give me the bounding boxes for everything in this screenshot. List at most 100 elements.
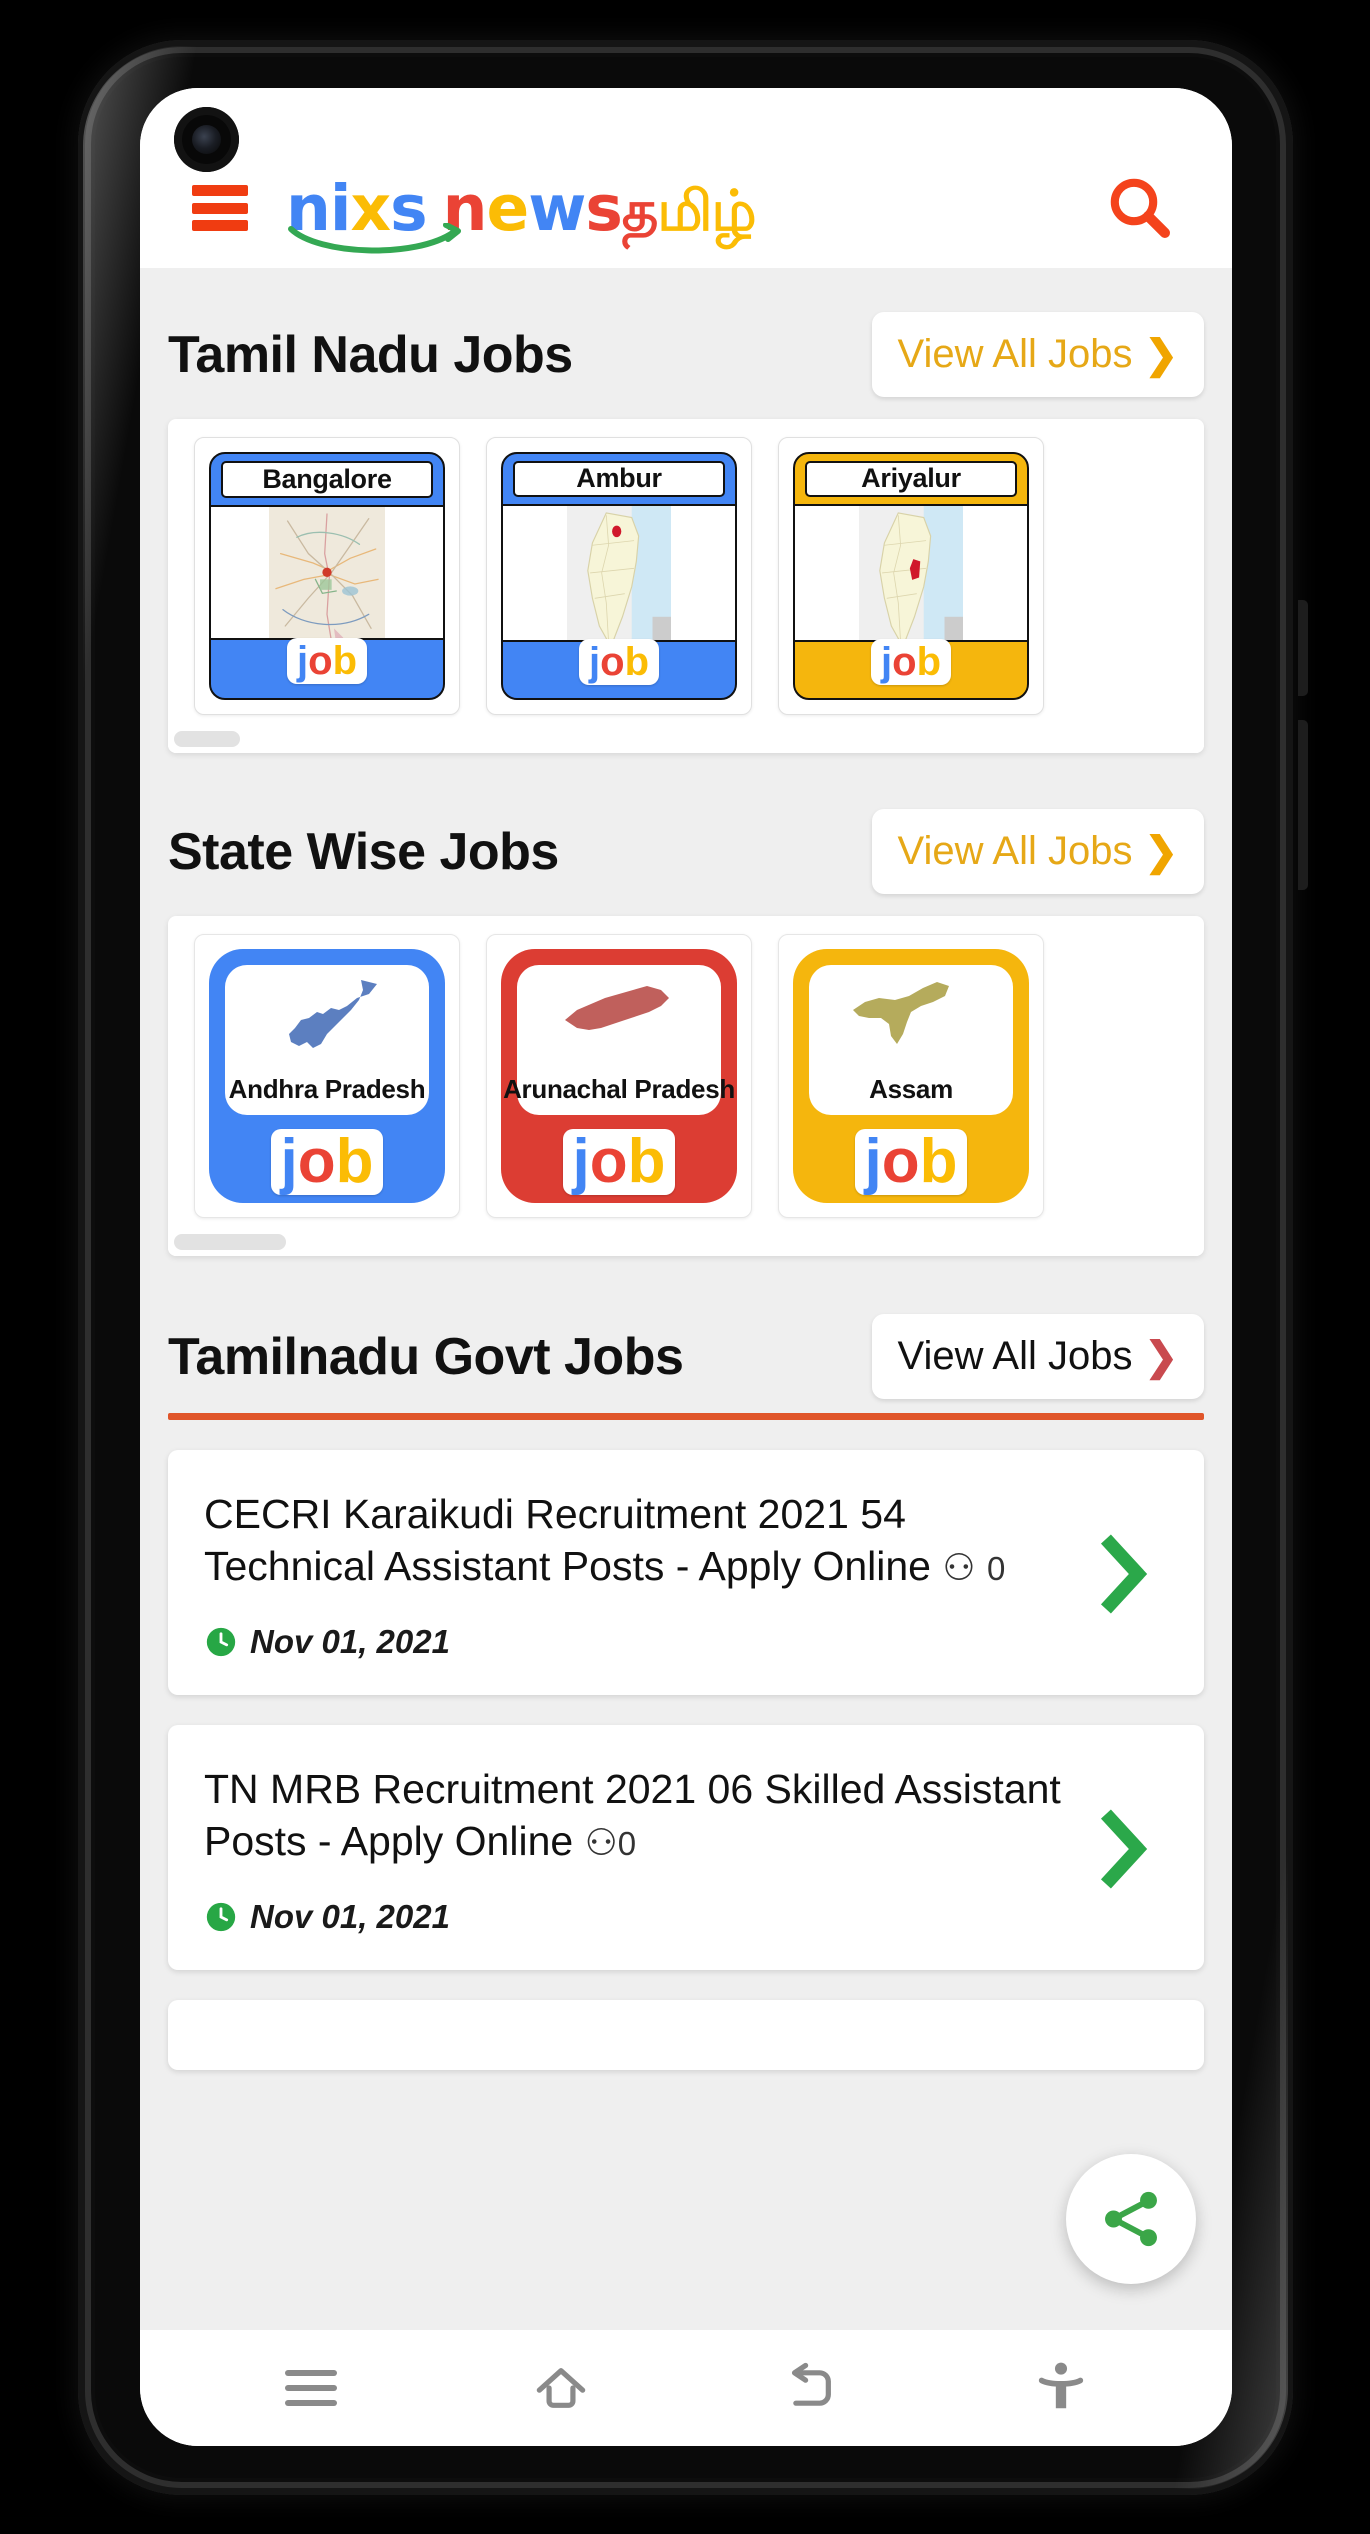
chevron-right-icon[interactable] (1078, 1809, 1168, 1889)
page-title: Tamilnadu Govt Jobs (168, 1327, 684, 1386)
front-camera (174, 107, 239, 172)
job-logo-b: b (627, 1127, 666, 1196)
state-wise-jobs-carousel[interactable]: Andhra Pradesh job Arunachal Pradesh j o… (168, 916, 1204, 1256)
tamil-nadu-jobs-carousel[interactable]: Bangalore j o b Ambur j o b Ariyalur j o… (168, 419, 1204, 753)
list-item[interactable]: TN MRB Recruitment 2021 06 Skilled Assis… (168, 1724, 1204, 1970)
andhra-pradesh-state-map (225, 973, 429, 1059)
comment-count: 0 (617, 1825, 637, 1863)
scrollbar-thumb[interactable] (174, 1234, 286, 1250)
chevron-right-icon: ❯ (1144, 1334, 1178, 1379)
assam-state-map (809, 973, 1013, 1059)
chevron-right-icon[interactable] (1078, 1534, 1168, 1615)
city-card-bangalore[interactable]: Bangalore j o b (194, 437, 460, 715)
job-logo-b: b (624, 640, 649, 685)
share-button[interactable] (1066, 2154, 1196, 2284)
state-card-label: Arunachal Pradesh (503, 1074, 735, 1104)
state-card-label: Assam (869, 1074, 953, 1104)
job-logo-j: j (881, 640, 893, 685)
scroll-content[interactable]: Tamil Nadu Jobs View All Jobs ❯ Bangalor… (140, 268, 1232, 2330)
recents-button[interactable] (266, 2343, 356, 2433)
job-logo-o: o (589, 1127, 628, 1196)
view-all-label: View All Jobs (897, 1334, 1133, 1378)
clock-icon (206, 1627, 236, 1657)
comment-bubble-icon: ⚇ (584, 1822, 618, 1864)
comment-count: 0 (986, 1550, 1006, 1588)
job-logo: job (871, 639, 951, 686)
accessibility-button[interactable] (1016, 2343, 1106, 2433)
list-item[interactable]: CECRI Karaikudi Recruitment 2021 54 Tech… (168, 1450, 1204, 1695)
page-title: Tamil Nadu Jobs (168, 325, 573, 384)
state-card-arunachal-pradesh[interactable]: Arunachal Pradesh job (486, 934, 752, 1218)
news-meta: Nov 01, 2021 (204, 1898, 1068, 1936)
arunachal-pradesh-state-map (517, 973, 721, 1059)
clock-icon (206, 1902, 236, 1932)
state-card-assam[interactable]: Assam job (778, 934, 1044, 1218)
logo-news: news (442, 171, 623, 245)
hamburger-menu-icon[interactable] (192, 185, 248, 231)
search-icon[interactable] (1100, 168, 1180, 248)
carousel-track[interactable]: Andhra Pradesh job Arunachal Pradesh j o… (168, 934, 1204, 1234)
list-item[interactable] (168, 1999, 1204, 2070)
view-all-jobs-button-govt[interactable]: View All Jobs ❯ (871, 1314, 1204, 1399)
view-all-label: View All Jobs (897, 332, 1133, 376)
job-logo-j: j (864, 1127, 882, 1196)
menu-icon (285, 2370, 337, 2406)
news-date: Nov 01, 2021 (250, 1622, 450, 1660)
job-logo-b: b (916, 640, 941, 685)
city-card-label: Ariyalur (861, 463, 961, 494)
carousel-scrollbar[interactable] (168, 731, 1204, 753)
job-logo-b: b (335, 1127, 374, 1196)
share-icon (1105, 2191, 1157, 2247)
volume-button[interactable] (1298, 600, 1308, 696)
tamil-nadu-district-map (503, 503, 735, 643)
city-card-ambur[interactable]: Ambur j o b (486, 437, 752, 715)
carousel-track[interactable]: Bangalore j o b Ambur j o b Ariyalur j o… (168, 437, 1204, 731)
city-card-label: Bangalore (262, 464, 392, 495)
city-card-ariyalur[interactable]: Ariyalur j o b (778, 437, 1044, 715)
android-navigation-bar (140, 2330, 1232, 2446)
tamil-nadu-district-map (795, 503, 1027, 643)
job-logo: job (287, 638, 367, 685)
phone-screen: nixs news தமிழ் Tamil Nadu Jobs View All… (140, 88, 1232, 2446)
city-card-label: Ambur (576, 463, 662, 494)
comment-bubble-icon: ⚇ (942, 1547, 976, 1589)
scrollbar-thumb[interactable] (174, 731, 240, 747)
smile-swoosh-icon (288, 222, 461, 253)
job-logo: job (562, 1127, 676, 1196)
view-all-jobs-button-state-wise[interactable]: View All Jobs ❯ (871, 809, 1204, 894)
carousel-scrollbar[interactable] (168, 1234, 1204, 1256)
back-arrow-icon (791, 2362, 831, 2406)
app-logo[interactable]: nixs news தமிழ் (286, 171, 1100, 253)
job-logo-o: o (308, 639, 333, 684)
app-header: nixs news தமிழ் (140, 88, 1232, 268)
view-all-label: View All Jobs (897, 829, 1133, 873)
job-logo: job (579, 639, 659, 686)
job-logo-b: b (919, 1127, 958, 1196)
job-logo: job (270, 1127, 384, 1196)
page-title: State Wise Jobs (168, 822, 559, 881)
chevron-right-icon: ❯ (1144, 829, 1178, 874)
section-header-tamilnadu-govt-jobs: Tamilnadu Govt Jobs View All Jobs ❯ (140, 1256, 1232, 1405)
news-date: Nov 01, 2021 (250, 1897, 450, 1935)
news-title: TN MRB Recruitment 2021 06 Skilled Assis… (204, 1765, 1061, 1865)
state-card-label: Andhra Pradesh (228, 1074, 426, 1104)
job-logo-j: j (572, 1127, 590, 1196)
logo-tamil: தமிழ் (621, 178, 757, 244)
job-logo: job (854, 1127, 968, 1196)
job-logo-o: o (881, 1127, 920, 1196)
news-title: CECRI Karaikudi Recruitment 2021 54 Tech… (204, 1491, 1006, 1590)
job-logo-j: j (280, 1127, 298, 1196)
state-card-andhra-pradesh[interactable]: Andhra Pradesh job (194, 934, 460, 1218)
view-all-jobs-button-tamil-nadu[interactable]: View All Jobs ❯ (871, 312, 1204, 397)
power-button[interactable] (1298, 720, 1308, 890)
bangalore-city-map (211, 505, 443, 641)
job-logo-o: o (297, 1127, 336, 1196)
home-button[interactable] (516, 2343, 606, 2433)
accessibility-icon (1038, 2362, 1084, 2409)
section-divider (168, 1413, 1204, 1420)
back-button[interactable] (766, 2343, 856, 2433)
job-logo-b: b (332, 639, 357, 684)
job-logo-o: o (892, 640, 917, 685)
job-logo-j: j (297, 639, 309, 684)
section-header-state-wise-jobs: State Wise Jobs View All Jobs ❯ (140, 753, 1232, 916)
